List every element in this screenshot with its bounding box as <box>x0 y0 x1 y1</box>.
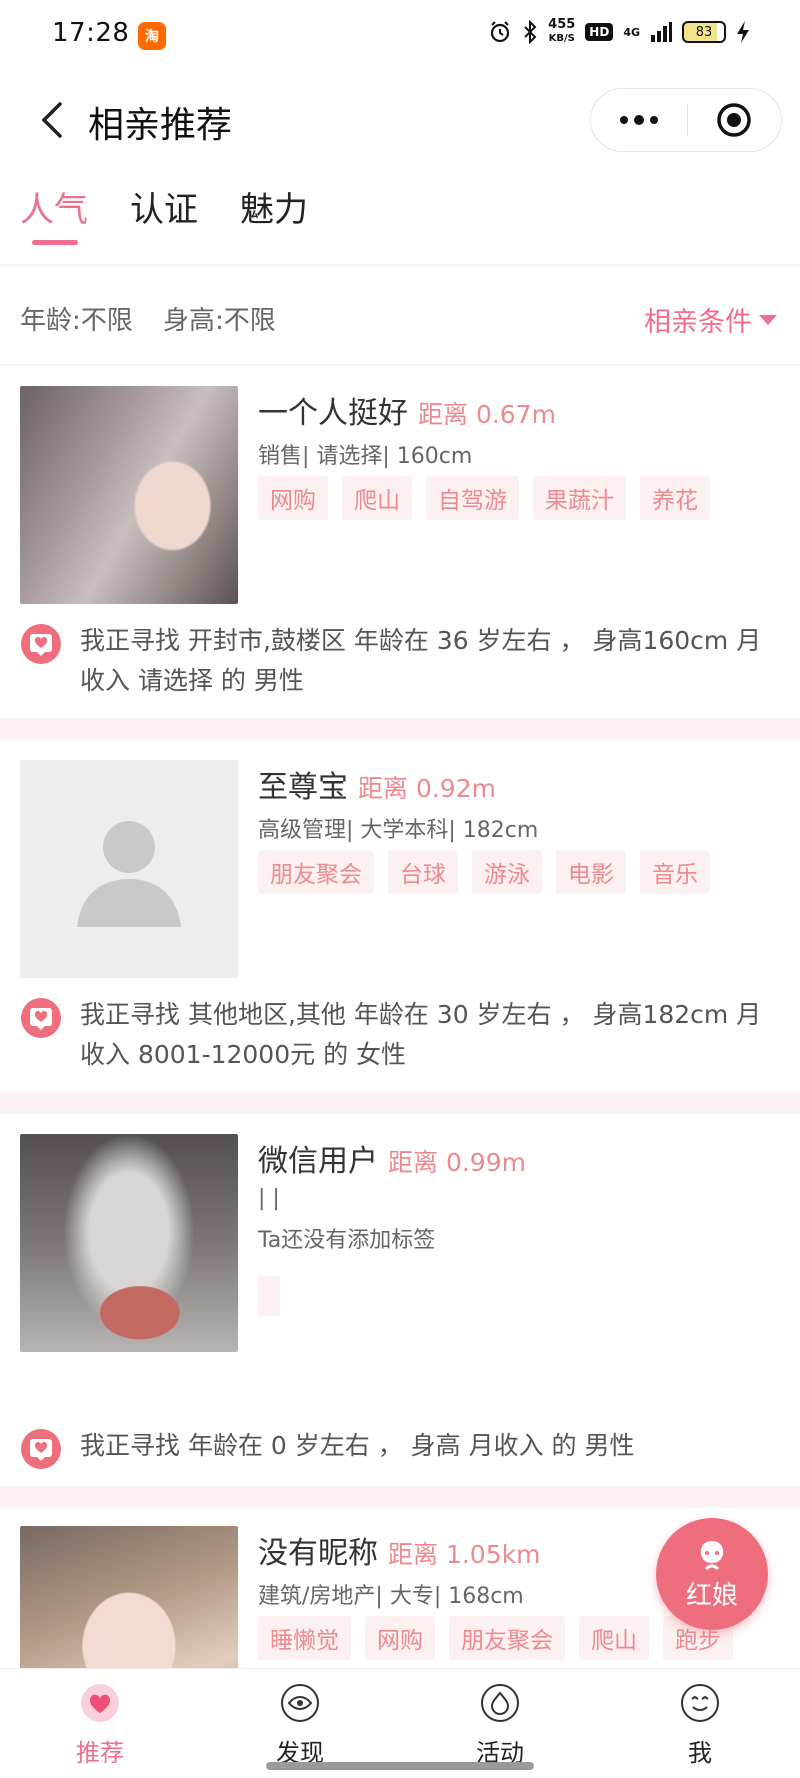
profile-info: 销售| 请选择| 160cm <box>258 444 473 469</box>
matchmaker-label: 红娘 <box>685 1580 738 1611</box>
miniprogram-capsule <box>590 88 782 152</box>
hd-badge: HD <box>585 23 614 41</box>
seeking-row: 我正寻找 开封市,鼓楼区 年龄在 36 岁左右 ， 身高160cm 月收入 请选… <box>20 621 780 701</box>
charging-icon <box>737 21 749 43</box>
nav-discover[interactable]: 发现 <box>240 1683 360 1768</box>
matchmaker-icon <box>700 1540 724 1570</box>
profile-card[interactable]: 至尊宝 距离 0.92m 高级管理| 大学本科| 182cm 朋友聚会 台球 游… <box>0 742 800 1092</box>
empty-tag <box>258 1276 280 1316</box>
heart-icon <box>81 1684 119 1722</box>
net-speed: 455 KB/S <box>548 17 576 45</box>
nav-activity[interactable]: 活动 <box>440 1683 560 1768</box>
eye-icon <box>281 1684 319 1722</box>
filter-summary: 年龄:不限 身高:不限 <box>20 300 298 337</box>
back-arrow-icon[interactable] <box>28 96 76 144</box>
alarm-icon <box>491 21 510 43</box>
seeking-row: 我正寻找 年龄在 0 岁左右 ， 身高 月收入 的 男性 <box>20 1426 780 1470</box>
profile-name: 没有昵称 <box>258 1536 378 1571</box>
profile-info: 高级管理| 大学本科| 182cm <box>258 818 539 843</box>
nav-recommend[interactable]: 推荐 <box>40 1683 160 1768</box>
interest-tags: 睡懒觉 网购 朋友聚会 爬山 跑步 <box>258 1616 733 1660</box>
nav-label: 我 <box>688 1739 712 1767</box>
heart-message-icon <box>21 1429 61 1469</box>
home-indicator[interactable] <box>266 1762 534 1770</box>
default-avatar[interactable] <box>20 760 238 978</box>
profile-name-row: 至尊宝 距离 0.92m <box>258 762 496 806</box>
smiley-icon <box>681 1684 719 1722</box>
height-filter[interactable]: 身高:不限 <box>163 306 276 336</box>
profile-name: 微信用户 <box>258 1144 378 1179</box>
profile-name: 至尊宝 <box>258 770 348 805</box>
interest-tag: 网购 <box>365 1616 435 1660</box>
status-icons: 455 KB/S HD 4G 83 <box>488 18 750 46</box>
heart-message-icon <box>21 998 61 1038</box>
navigation-header: 相亲推荐 <box>0 72 800 172</box>
interest-tag: 养花 <box>640 476 710 520</box>
tab-charm[interactable]: 魅力 <box>240 182 308 231</box>
heart-message-icon <box>21 624 61 664</box>
profile-photo[interactable] <box>20 386 238 604</box>
user-placeholder-icon <box>77 821 181 927</box>
seeking-row: 我正寻找 其他地区,其他 年龄在 30 岁左右 ， 身高182cm 月收入 80… <box>20 995 780 1075</box>
profile-distance: 距离 0.99m <box>388 1148 526 1177</box>
profile-photo[interactable] <box>20 1526 238 1668</box>
no-tags-text: Ta还没有添加标签 <box>258 1228 436 1253</box>
interest-tags: 朋友聚会 台球 游泳 电影 音乐 <box>258 850 710 894</box>
interest-tag: 朋友聚会 <box>258 850 374 894</box>
interest-tag: 音乐 <box>640 850 710 894</box>
more-options-icon[interactable] <box>591 88 687 152</box>
interest-tag: 爬山 <box>342 476 412 520</box>
profile-distance: 距离 0.67m <box>418 400 556 429</box>
card-separator <box>0 1486 800 1508</box>
seeking-text: 我正寻找 年龄在 0 岁左右 ， 身高 月收入 的 男性 <box>80 1431 635 1460</box>
nav-label: 推荐 <box>76 1739 124 1767</box>
seeking-text: 我正寻找 其他地区,其他 年龄在 30 岁左右 ， 身高182cm 月收入 80… <box>80 1000 762 1069</box>
profile-name-row: 没有昵称 距离 1.05km <box>258 1528 540 1572</box>
filter-bar: 年龄:不限 身高:不限 相亲条件 <box>0 270 800 366</box>
profile-photo[interactable] <box>20 1134 238 1352</box>
age-filter[interactable]: 年龄:不限 <box>20 306 133 336</box>
interest-tag: 自驾游 <box>426 476 519 520</box>
profile-distance: 距离 0.92m <box>358 774 496 803</box>
bluetooth-icon <box>524 20 537 44</box>
interest-tag: 游泳 <box>472 850 542 894</box>
activity-icon <box>481 1684 519 1722</box>
card-separator <box>0 718 800 740</box>
close-miniprogram-icon[interactable] <box>688 88 782 152</box>
network-type: 4G <box>623 25 640 39</box>
dating-conditions-button[interactable]: 相亲条件 <box>644 300 778 339</box>
tab-verified[interactable]: 认证 <box>130 182 198 231</box>
interest-tag: 朋友聚会 <box>449 1616 565 1660</box>
interest-tag: 爬山 <box>579 1616 649 1660</box>
status-bar: 17:28 淘 455 KB/S HD 4G 83 <box>0 0 800 72</box>
profile-info: 建筑/房地产| 大专| 168cm <box>258 1584 524 1609</box>
seeking-text: 我正寻找 开封市,鼓楼区 年龄在 36 岁左右 ， 身高160cm 月收入 请选… <box>80 626 762 695</box>
page-title: 相亲推荐 <box>88 105 233 146</box>
profile-name-row: 微信用户 距离 0.99m <box>258 1136 526 1180</box>
interest-tag: 果蔬汁 <box>533 476 626 520</box>
dropdown-triangle-icon <box>759 314 777 325</box>
active-tab-indicator <box>32 240 78 245</box>
matchmaker-button[interactable]: 红娘 <box>656 1518 768 1630</box>
battery-indicator: 83 <box>682 21 726 43</box>
profile-card[interactable]: 微信用户 距离 0.99m | | Ta还没有添加标签 我正寻找 年龄在 0 岁… <box>0 1116 800 1486</box>
card-separator <box>0 1092 800 1114</box>
dating-conditions-label: 相亲条件 <box>644 307 752 338</box>
status-time: 17:28 <box>52 18 130 48</box>
interest-tag: 台球 <box>388 850 458 894</box>
interest-tags: 网购 爬山 自驾游 果蔬汁 养花 <box>258 476 710 520</box>
tab-popularity[interactable]: 人气 <box>20 182 88 231</box>
profile-info: | | <box>258 1186 280 1211</box>
signal-icon <box>651 22 672 42</box>
nav-me[interactable]: 我 <box>640 1683 760 1768</box>
profile-distance: 距离 1.05km <box>388 1540 541 1569</box>
interest-tag: 睡懒觉 <box>258 1616 351 1660</box>
interest-tag: 网购 <box>258 476 328 520</box>
taobao-app-icon: 淘 <box>138 22 166 50</box>
profile-card[interactable]: 一个人挺好 距离 0.67m 销售| 请选择| 160cm 网购 爬山 自驾游 … <box>0 368 800 718</box>
interest-tag: 电影 <box>556 850 626 894</box>
profile-name-row: 一个人挺好 距离 0.67m <box>258 388 556 432</box>
category-tabs: 人气 认证 魅力 <box>0 182 800 266</box>
profile-name: 一个人挺好 <box>258 396 408 431</box>
